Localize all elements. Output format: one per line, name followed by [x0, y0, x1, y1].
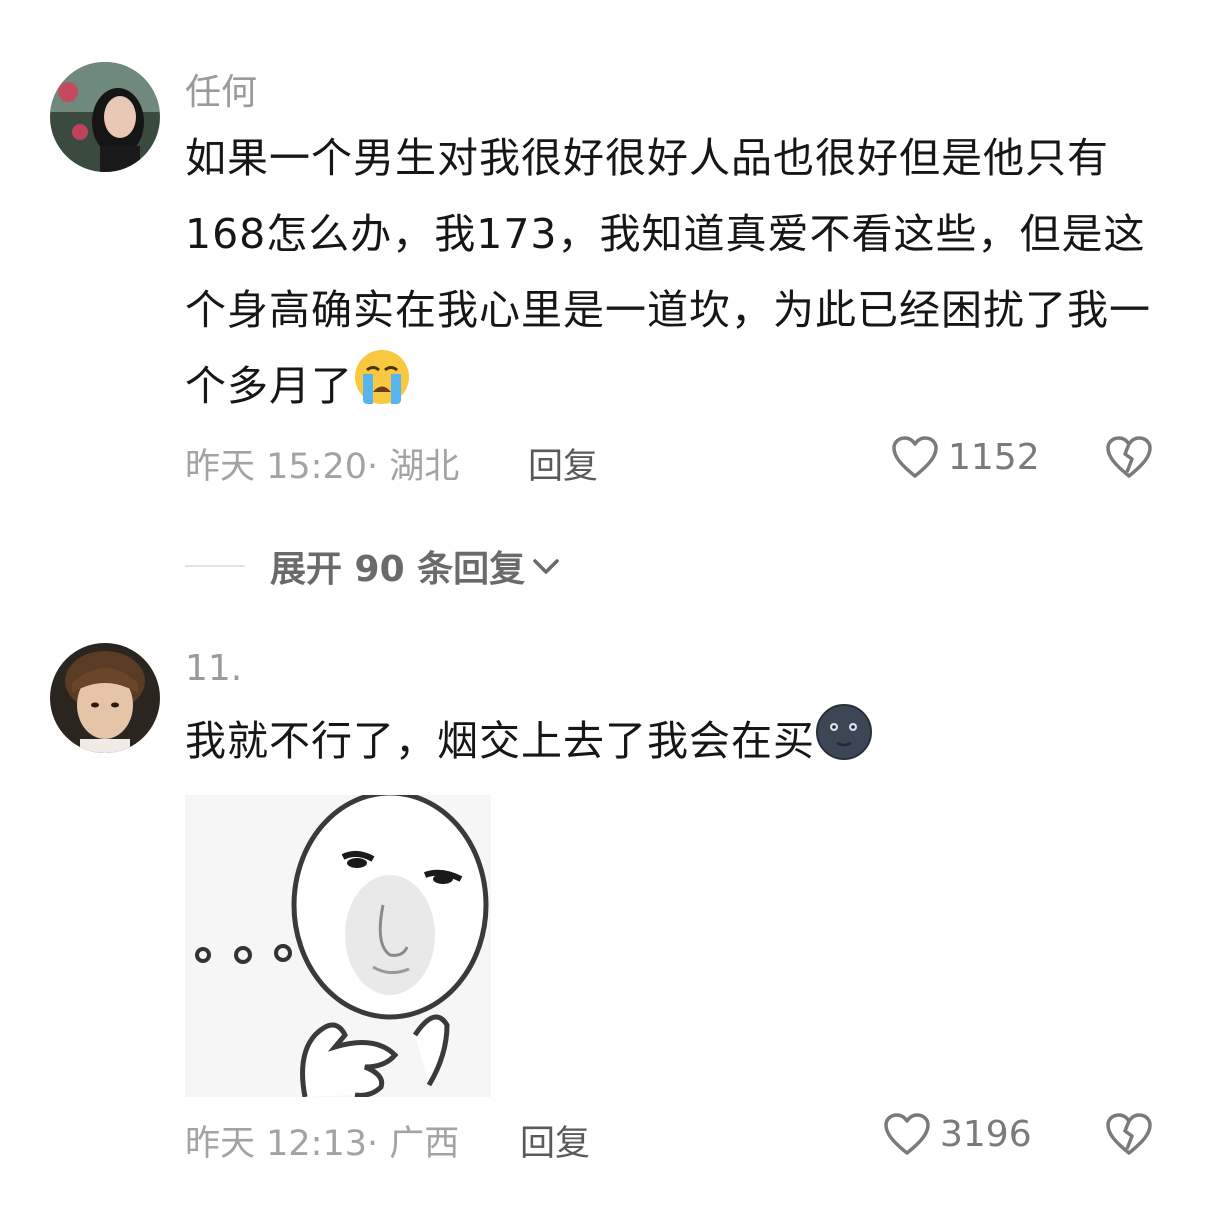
divider-line: [185, 565, 245, 567]
broken-heart-icon: [1106, 436, 1152, 478]
username[interactable]: 任何: [185, 63, 257, 115]
reply-button[interactable]: 回复: [528, 438, 598, 489]
comment-text: 如果一个男生对我很好很好人品也很好但是他只有168怎么办，我173，我知道真爱不…: [185, 120, 1165, 430]
heart-outline-icon: [884, 1113, 930, 1155]
location: · 广西: [367, 1124, 460, 1164]
comment-meta: 昨天 15:20· 湖北: [185, 438, 459, 489]
timestamp: 昨天 15:20: [185, 447, 367, 487]
avatar[interactable]: [50, 62, 160, 172]
broken-heart-icon: [1106, 1113, 1152, 1155]
reply-button[interactable]: 回复: [520, 1115, 590, 1166]
comment-text-body: 我就不行了，烟交上去了我会在买: [185, 717, 815, 765]
comment-text: 我就不行了，烟交上去了我会在买: [185, 703, 1165, 785]
meme-sticker-image[interactable]: [185, 795, 491, 1097]
new-moon-face-emoji: [815, 703, 873, 785]
comment-meta: 昨天 12:13· 广西: [185, 1115, 459, 1166]
heart-outline-icon: [892, 436, 938, 478]
expand-replies-button[interactable]: 展开 90 条回复: [185, 540, 563, 592]
location: · 湖北: [367, 447, 460, 487]
like-button[interactable]: 3196: [882, 1111, 1032, 1157]
like-count: 1152: [948, 436, 1040, 478]
dislike-button[interactable]: [1104, 434, 1154, 484]
like-button[interactable]: 1152: [890, 434, 1040, 480]
like-count: 3196: [940, 1113, 1032, 1155]
username[interactable]: 11.: [185, 648, 242, 689]
expand-replies-label: 展开 90 条回复: [270, 549, 526, 590]
avatar[interactable]: [50, 643, 160, 753]
timestamp: 昨天 12:13: [185, 1124, 367, 1164]
chevron-down-icon: [533, 559, 559, 574]
comment-text-body: 如果一个男生对我很好很好人品也很好但是他只有168怎么办，我173，我知道真爱不…: [185, 134, 1151, 410]
crying-face-emoji: [353, 348, 411, 430]
dislike-button[interactable]: [1104, 1111, 1154, 1161]
